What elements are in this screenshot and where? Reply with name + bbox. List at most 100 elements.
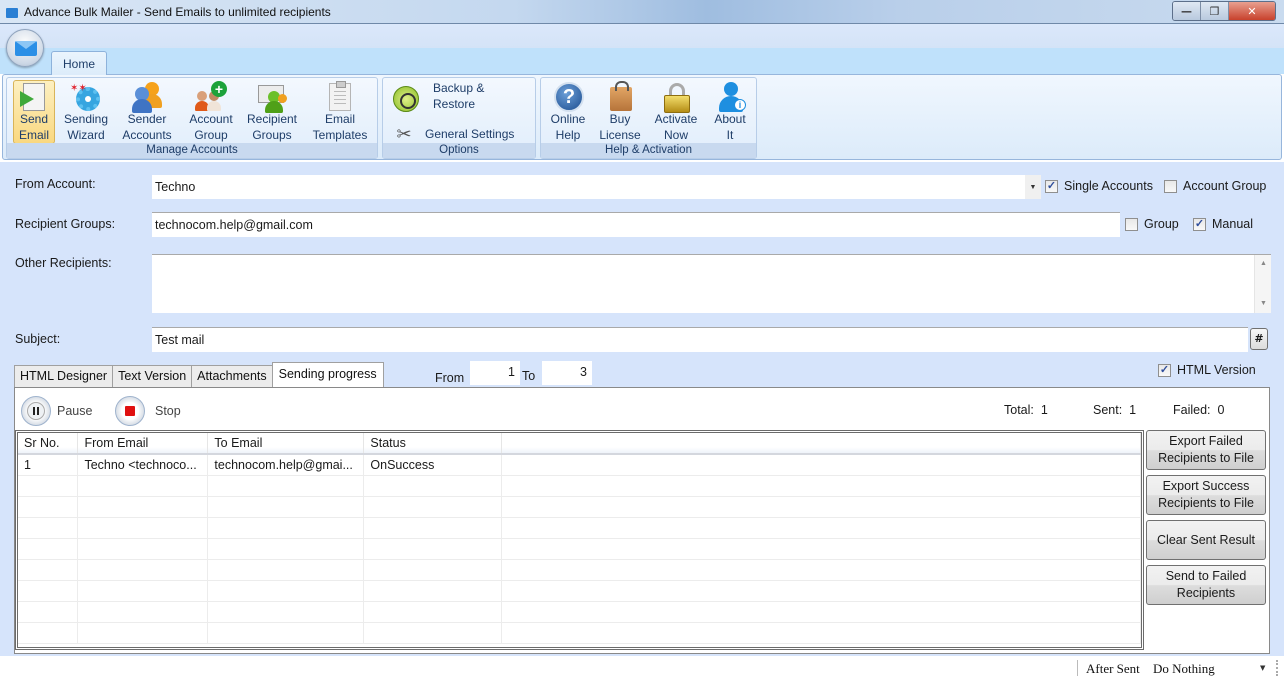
recipient-groups-input[interactable]: technocom.help@gmail.com xyxy=(152,212,1120,237)
clipboard-template-icon xyxy=(324,81,356,111)
sent-count: Sent: 1 xyxy=(1093,403,1137,417)
online-help-button[interactable]: ? Online Help xyxy=(547,80,589,144)
content-tabs: HTML Designer Text Version Attachments S… xyxy=(14,362,384,387)
account-group-button[interactable]: + Account Group xyxy=(183,80,239,144)
checkbox-checked-icon: ✓ xyxy=(1045,179,1058,193)
insert-field-button[interactable]: # xyxy=(1250,328,1268,350)
after-sent-dropdown[interactable]: Do Nothing xyxy=(1153,661,1215,677)
table-row[interactable]: 1 Techno <technoco... technocom.help@gma… xyxy=(18,454,1141,476)
sending-results-grid[interactable]: Sr No. From Email To Email Status 1 Tech… xyxy=(15,430,1144,650)
sender-accounts-button[interactable]: Sender Accounts xyxy=(119,80,175,144)
from-account-combo[interactable]: Techno ▼ xyxy=(152,175,1041,199)
buy-license-button[interactable]: Buy License xyxy=(597,80,643,144)
empty-row xyxy=(18,496,1141,518)
failed-count: Failed: 0 xyxy=(1173,403,1225,417)
status-separator xyxy=(1077,660,1078,676)
group-label-help-activation: Help & Activation xyxy=(541,143,756,158)
export-failed-button[interactable]: Export Failed Recipients to File xyxy=(1146,430,1266,470)
checkbox-unchecked-icon xyxy=(1164,179,1177,193)
tab-attachments[interactable]: Attachments xyxy=(191,365,273,387)
subject-label: Subject: xyxy=(15,332,61,346)
group-options: Backup & Restore ✂ General Settings Opti… xyxy=(382,77,536,159)
range-from-input[interactable]: 1 xyxy=(470,361,520,385)
range-to-label: To xyxy=(522,369,536,383)
column-header-to-email[interactable]: To Email xyxy=(207,433,365,455)
shopping-bag-icon xyxy=(604,81,636,111)
group-manage-accounts: Send Email ✶✶ Sending Wizard Sender Acco… xyxy=(6,77,378,159)
subject-input[interactable]: Test mail xyxy=(152,327,1248,352)
sender-accounts-icon xyxy=(131,81,163,113)
clear-sent-result-button[interactable]: Clear Sent Result xyxy=(1146,520,1266,560)
window-title: Advance Bulk Mailer - Send Emails to unl… xyxy=(24,5,331,19)
sending-wizard-button[interactable]: ✶✶ Sending Wizard xyxy=(61,80,111,144)
send-email-button[interactable]: Send Email xyxy=(13,80,55,144)
resize-grip-icon[interactable] xyxy=(1276,660,1278,676)
column-header-from-email[interactable]: From Email xyxy=(77,433,209,455)
cell-filler xyxy=(501,454,1141,476)
chevron-down-icon[interactable]: ▼ xyxy=(1260,664,1265,672)
manual-checkbox[interactable]: ✓ Manual xyxy=(1193,217,1253,231)
other-recipients-textarea[interactable]: ▲ ▼ xyxy=(152,254,1271,313)
tab-html-designer[interactable]: HTML Designer xyxy=(14,365,114,387)
column-header-filler xyxy=(501,433,1141,455)
chevron-down-icon[interactable]: ▼ xyxy=(1025,175,1041,199)
empty-row xyxy=(18,517,1141,539)
group-help-activation: ? Online Help Buy License Activate Now i… xyxy=(540,77,757,159)
backup-clock-icon xyxy=(393,86,419,112)
scroll-down-icon[interactable]: ▼ xyxy=(1255,297,1272,311)
padlock-icon xyxy=(660,81,692,113)
empty-row xyxy=(18,475,1141,497)
minimize-button[interactable]: — xyxy=(1173,2,1201,20)
sending-progress-panel: Pause Stop Total: 1 Sent: 1 Failed: 0 Sr… xyxy=(14,387,1270,654)
recipient-groups-icon xyxy=(256,81,288,113)
tab-text-version[interactable]: Text Version xyxy=(112,365,193,387)
wizard-gear-icon: ✶✶ xyxy=(70,81,102,111)
pause-icon xyxy=(27,402,45,420)
single-accounts-checkbox[interactable]: ✓ Single Accounts xyxy=(1045,179,1153,193)
grid-header-row: Sr No. From Email To Email Status xyxy=(18,433,1141,455)
checkbox-checked-icon: ✓ xyxy=(1158,363,1171,377)
group-label-options: Options xyxy=(383,143,535,158)
group-checkbox[interactable]: Group xyxy=(1125,217,1179,231)
recipient-groups-button[interactable]: Recipient Groups xyxy=(245,80,299,144)
backup-restore-button[interactable]: Backup & Restore xyxy=(393,81,484,116)
general-settings-button[interactable]: ✂ General Settings xyxy=(393,124,514,144)
pause-button[interactable]: Pause xyxy=(21,396,92,426)
ribbon-panel: Send Email ✶✶ Sending Wizard Sender Acco… xyxy=(2,74,1282,160)
account-group-add-icon: + xyxy=(195,81,227,111)
send-to-failed-button[interactable]: Send to Failed Recipients xyxy=(1146,565,1266,605)
email-templates-button[interactable]: Email Templates xyxy=(309,80,371,144)
restore-button[interactable]: ❐ xyxy=(1201,2,1229,20)
vertical-scrollbar[interactable]: ▲ ▼ xyxy=(1254,255,1271,313)
activate-now-button[interactable]: Activate Now xyxy=(651,80,701,144)
stop-icon xyxy=(121,402,139,420)
html-version-checkbox[interactable]: ✓ HTML Version xyxy=(1158,363,1256,377)
about-button[interactable]: i About It xyxy=(709,80,751,144)
stop-button[interactable]: Stop xyxy=(115,396,181,426)
status-bar: After Sent Do Nothing ▼ xyxy=(0,656,1284,680)
close-button[interactable]: ✕ xyxy=(1229,2,1275,20)
cell-sr-no: 1 xyxy=(18,454,79,476)
scroll-up-icon[interactable]: ▲ xyxy=(1255,257,1272,271)
checkbox-checked-icon: ✓ xyxy=(1193,217,1206,231)
application-menu-button[interactable] xyxy=(6,29,44,67)
other-recipients-label: Other Recipients: xyxy=(15,256,112,270)
range-to-input[interactable]: 3 xyxy=(542,361,592,385)
cell-from-email: Techno <technoco... xyxy=(77,454,209,476)
group-label-manage-accounts: Manage Accounts xyxy=(7,143,377,158)
empty-row xyxy=(18,622,1141,644)
column-header-status[interactable]: Status xyxy=(363,433,503,455)
empty-row xyxy=(18,601,1141,623)
account-group-checkbox[interactable]: Account Group xyxy=(1164,179,1266,193)
empty-row xyxy=(18,538,1141,560)
total-count: Total: 1 xyxy=(1004,403,1048,417)
after-sent-label: After Sent xyxy=(1086,661,1140,676)
send-email-icon xyxy=(18,81,50,111)
ribbon-tab-home[interactable]: Home xyxy=(51,51,107,75)
tab-sending-progress[interactable]: Sending progress xyxy=(271,362,384,387)
range-from-label: From xyxy=(435,371,465,385)
export-success-button[interactable]: Export Success Recipients to File xyxy=(1146,475,1266,515)
title-bar: Advance Bulk Mailer - Send Emails to unl… xyxy=(0,0,1284,24)
column-header-sr-no[interactable]: Sr No. xyxy=(18,433,79,455)
empty-row xyxy=(18,559,1141,581)
